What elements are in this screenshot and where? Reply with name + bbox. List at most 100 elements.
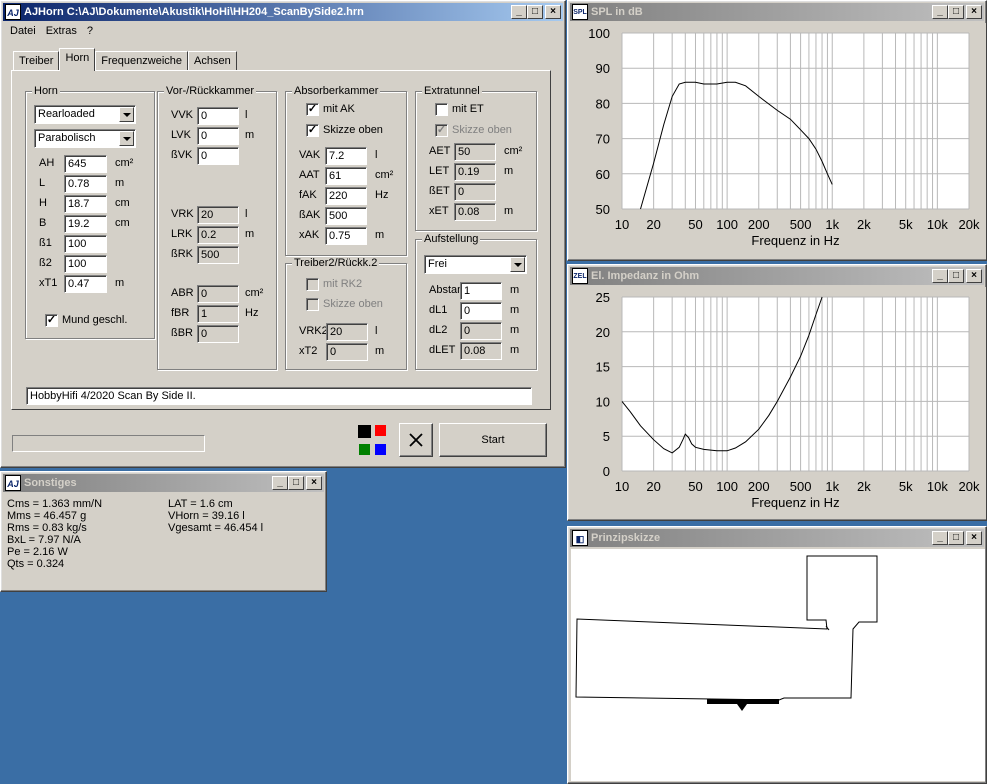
close-button[interactable]: × (966, 269, 982, 283)
chevron-down-icon[interactable] (119, 107, 134, 122)
aufstellung-value: Frei (428, 258, 447, 270)
value-field[interactable]: 0 (197, 285, 239, 303)
field-label: dL1 (429, 304, 448, 316)
color-red-swatch[interactable] (375, 425, 386, 436)
value-field[interactable]: 0.78 (64, 175, 107, 193)
value-field[interactable]: 0.75 (325, 227, 367, 245)
y-tick-label: 0 (603, 464, 610, 479)
minimize-button[interactable]: _ (272, 476, 288, 490)
stat-line: Pe = 2.16 W (7, 546, 68, 558)
horn-shape-select[interactable]: Parabolisch (34, 129, 136, 148)
value-field[interactable]: 19.2 (64, 215, 107, 233)
maximize-button[interactable]: □ (948, 269, 964, 283)
x-tick-label: 100 (716, 479, 738, 494)
value-field[interactable]: 0.2 (197, 226, 239, 244)
value-field[interactable]: 0.08 (460, 342, 502, 360)
unit-label: m (510, 324, 520, 336)
minimize-button[interactable]: _ (511, 5, 527, 19)
field-label: ßBR (171, 327, 193, 339)
aj-app-icon[interactable]: AJ (5, 4, 21, 20)
x-axis-label: Frequenz in Hz (751, 495, 839, 510)
value-field[interactable]: 1 (197, 305, 239, 323)
value-field[interactable]: 645 (64, 155, 107, 173)
value-field[interactable]: 0.08 (454, 203, 496, 221)
value-field[interactable]: 18.7 (64, 195, 107, 213)
maximize-button[interactable]: □ (948, 531, 964, 545)
value-field[interactable]: 61 (325, 167, 367, 185)
value-field[interactable]: 0 (197, 325, 239, 343)
value-field[interactable]: 0.19 (454, 163, 496, 181)
mit-ak-checkbox[interactable]: ✓ (306, 103, 319, 116)
start-button[interactable]: Start (439, 423, 547, 457)
value-field[interactable]: 0 (460, 322, 502, 340)
comment-field[interactable]: HobbyHifi 4/2020 Scan By Side II. (26, 387, 532, 405)
value-field[interactable]: 0 (197, 127, 239, 145)
horn-shape-value: Parabolisch (38, 132, 96, 144)
tab-horn[interactable]: Horn (59, 48, 96, 71)
value-field[interactable]: 20 (326, 323, 368, 341)
tab-frequenzweiche[interactable]: Frequenzweiche (95, 51, 188, 71)
sonstiges-titlebar[interactable]: AJ Sonstiges _ □ × (3, 474, 324, 492)
menu-datei[interactable]: Datei (5, 23, 41, 41)
close-button[interactable]: × (966, 531, 982, 545)
close-button[interactable]: × (966, 5, 982, 19)
value-field[interactable]: 0 (326, 343, 368, 361)
minimize-button[interactable]: _ (932, 531, 948, 545)
spl-titlebar[interactable]: SPL SPL in dB _ □ × (570, 3, 984, 21)
chevron-down-icon[interactable] (510, 257, 525, 272)
x-tick-label: 2k (857, 479, 871, 494)
et-skizze-checkbox[interactable]: ✓ (435, 124, 448, 137)
value-field[interactable]: 500 (325, 207, 367, 225)
close-icon (409, 433, 423, 447)
skizze-titlebar[interactable]: ◧ Prinzipskizze _ □ × (570, 529, 984, 547)
color-blue-swatch[interactable] (375, 444, 386, 455)
menu-help[interactable]: ? (82, 23, 98, 41)
tab-treiber[interactable]: Treiber (13, 51, 60, 71)
main-titlebar[interactable]: AJ AJHorn C:\AJ\Dokumente\Akustik\HoHi\H… (3, 3, 563, 21)
color-black-swatch[interactable] (358, 425, 371, 438)
value-field[interactable]: 100 (64, 235, 107, 253)
value-field[interactable]: 50 (454, 143, 496, 161)
mund-checkbox[interactable]: ✓ (45, 314, 58, 327)
speaker-icon[interactable]: ◧ (572, 530, 588, 546)
close-button[interactable]: × (306, 476, 322, 490)
maximize-button[interactable]: □ (527, 5, 543, 19)
x-tick-label: 50 (688, 217, 702, 232)
extratunnel-group-label: Extratunnel (422, 85, 482, 97)
value-field[interactable]: 220 (325, 187, 367, 205)
zel-app-icon[interactable]: ZEL (572, 268, 588, 284)
close-button[interactable]: × (545, 5, 561, 19)
minimize-button[interactable]: _ (932, 5, 948, 19)
value-field[interactable]: 0 (197, 107, 239, 125)
value-field[interactable]: 20 (197, 206, 239, 224)
value-field[interactable]: 0 (460, 302, 502, 320)
value-field[interactable]: 1 (460, 282, 502, 300)
y-tick-label: 80 (596, 96, 610, 111)
minimize-button[interactable]: _ (932, 269, 948, 283)
mit-rk2-checkbox[interactable] (306, 278, 319, 291)
aufstellung-select[interactable]: Frei (424, 255, 527, 274)
value-field[interactable]: 0 (454, 183, 496, 201)
rk2-skizze-checkbox[interactable] (306, 298, 319, 311)
spl-app-icon[interactable]: SPL (572, 4, 588, 20)
cancel-button[interactable] (399, 423, 433, 457)
value-field[interactable]: 0.47 (64, 275, 107, 293)
mit-et-checkbox[interactable] (435, 103, 448, 116)
color-green-swatch[interactable] (359, 444, 370, 455)
aj-app-icon[interactable]: AJ (5, 475, 21, 491)
value-field[interactable]: 7.2 (325, 147, 367, 165)
impedance-titlebar[interactable]: ZEL El. Impedanz in Ohm _ □ × (570, 267, 984, 285)
value-field[interactable]: 100 (64, 255, 107, 273)
ak-skizze-checkbox[interactable]: ✓ (306, 124, 319, 137)
maximize-button[interactable]: □ (288, 476, 304, 490)
maximize-button[interactable]: □ (948, 5, 964, 19)
menu-extras[interactable]: Extras (41, 23, 82, 41)
chevron-down-icon[interactable] (119, 131, 134, 146)
horn-type-select[interactable]: Rearloaded (34, 105, 136, 124)
impedance-chart: 252015105010 20 50 100 200 500 1k 2k 5k 10k 20kFre… (570, 287, 986, 519)
x-tick-label: 500 (790, 217, 812, 232)
value-field[interactable]: 0 (197, 147, 239, 165)
field-label: AAT (299, 169, 320, 181)
value-field[interactable]: 500 (197, 246, 239, 264)
tab-achsen[interactable]: Achsen (188, 51, 237, 71)
